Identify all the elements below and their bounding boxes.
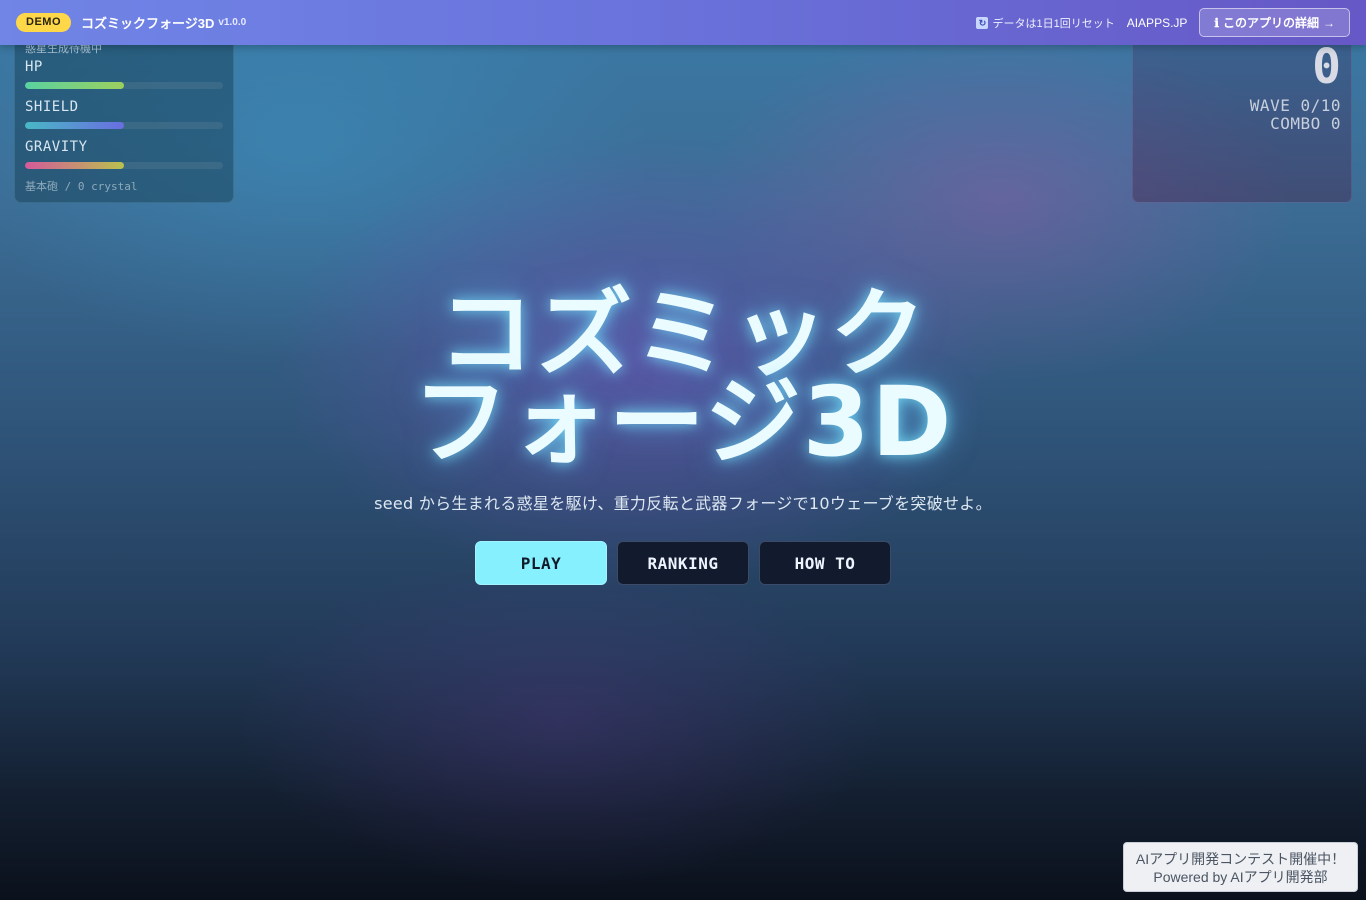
stat-label-hp: HP	[25, 59, 43, 75]
shield-bar-fill	[25, 122, 124, 129]
score-value: 0	[1312, 39, 1341, 95]
app-title: コズミックフォージ3D	[81, 16, 215, 31]
reset-note-text: データは1日1回リセット	[992, 17, 1115, 30]
how-to-button[interactable]: HOW TO	[759, 541, 891, 585]
status-panel: 惑星生成待機中 HP SHIELD GRAVITY 基本砲 / 0 crysta…	[14, 30, 234, 203]
app-version: v1.0.0	[218, 17, 247, 28]
topbar-right: ↻ データは1日1回リセット AIAPPS.JP ℹ このアプリの詳細 →	[976, 8, 1350, 37]
info-icon: ℹ	[1214, 15, 1219, 30]
gravity-bar	[25, 162, 223, 169]
score-panel: 0 WAVE 0/10 COMBO 0	[1132, 30, 1352, 203]
refresh-icon: ↻	[976, 16, 989, 29]
wave-counter: WAVE 0/10	[1249, 96, 1341, 115]
shield-bar	[25, 122, 223, 129]
combo-counter: COMBO 0	[1270, 114, 1341, 133]
contest-banner-line-2: Powered by AIアプリ開発部	[1153, 869, 1328, 885]
app-details-button[interactable]: ℹ このアプリの詳細 →	[1199, 8, 1350, 37]
game-title-line-1: コズミック	[438, 278, 928, 390]
arrow-right-icon: →	[1323, 15, 1335, 30]
ranking-button[interactable]: RANKING	[617, 541, 749, 585]
title-screen: コズミック フォージ3D seed から生まれる惑星を駆け、重力反転と武器フォー…	[0, 278, 1366, 514]
stat-label-shield: SHIELD	[25, 99, 79, 115]
app-details-label: このアプリの詳細	[1222, 16, 1319, 30]
game-title-line-2: フォージ3D	[412, 366, 954, 478]
game-title: コズミック フォージ3D	[0, 278, 1366, 478]
weapon-status: 基本砲 / 0 crystal	[25, 180, 138, 193]
demo-badge: DEMO	[16, 13, 71, 32]
game-tagline: seed から生まれる惑星を駆け、重力反転と武器フォージで10ウェーブを突破せよ…	[374, 494, 992, 513]
contest-banner-line-1: AIアプリ開発コンテスト開催中！	[1135, 851, 1346, 867]
hp-bar-fill	[25, 82, 124, 89]
contest-banner[interactable]: AIアプリ開発コンテスト開催中！ Powered by AIアプリ開発部	[1123, 842, 1358, 892]
stat-label-gravity: GRAVITY	[25, 139, 88, 155]
gravity-bar-fill	[25, 162, 124, 169]
main-menu: PLAY RANKING HOW TO	[475, 541, 901, 585]
hp-bar	[25, 82, 223, 89]
play-button[interactable]: PLAY	[475, 541, 607, 585]
reset-note: ↻ データは1日1回リセット	[976, 15, 1115, 31]
site-link[interactable]: AIAPPS.JP	[1127, 16, 1188, 30]
top-bar: DEMO コズミックフォージ3D v1.0.0 ↻ データは1日1回リセット A…	[0, 0, 1366, 45]
